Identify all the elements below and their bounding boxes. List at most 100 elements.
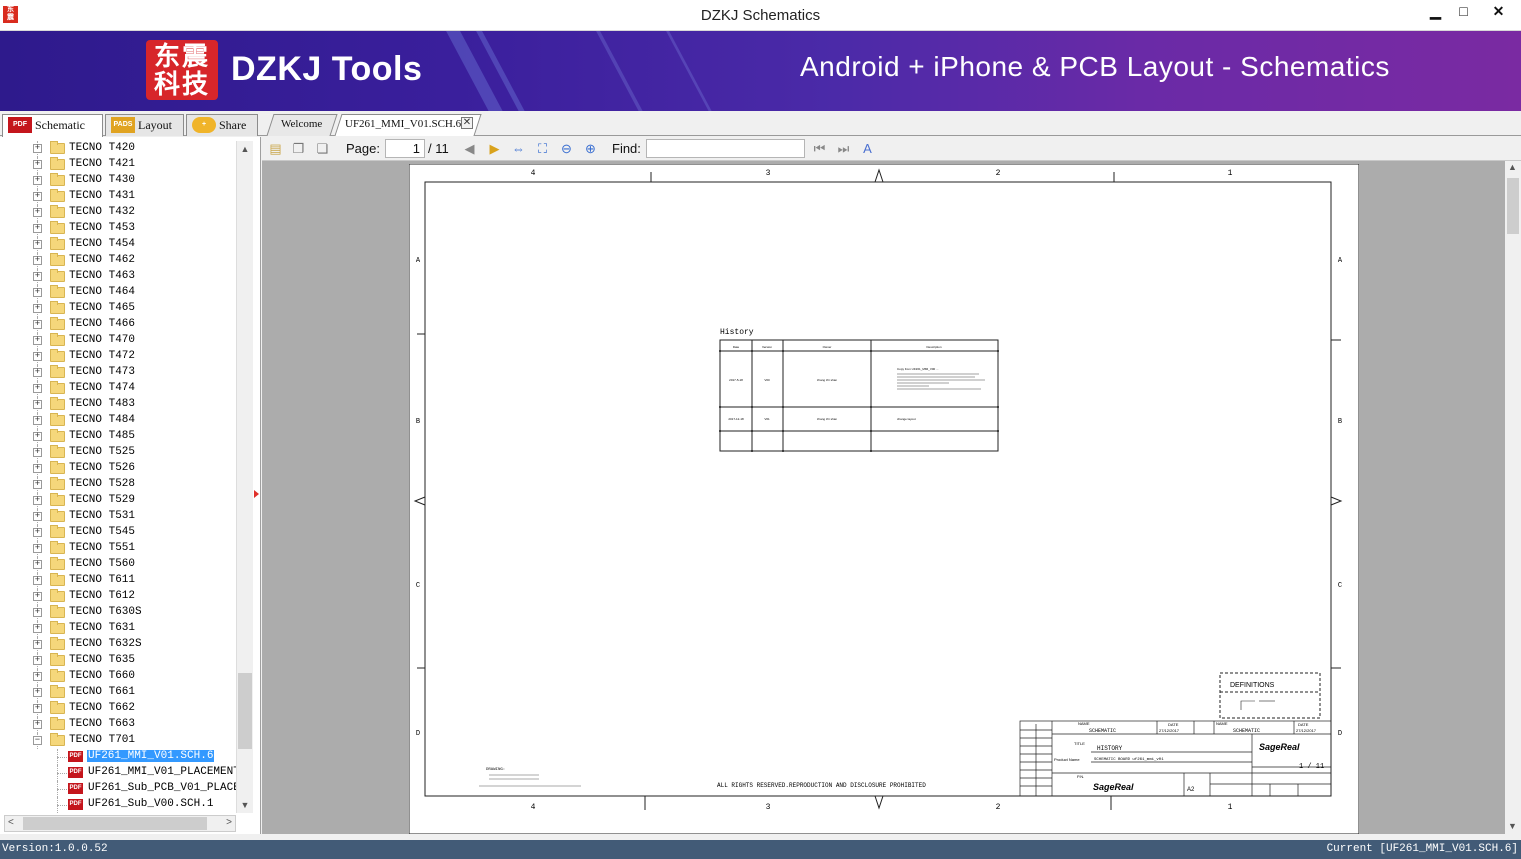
scroll-right-icon[interactable]: > <box>226 817 232 828</box>
scroll-up-icon[interactable]: ▲ <box>237 141 253 157</box>
tree-folder[interactable]: + TECNO T463 <box>0 269 236 285</box>
tree-vertical-scrollbar[interactable]: ▲ ▼ <box>236 141 253 813</box>
scroll-down-icon[interactable]: ▼ <box>237 797 253 813</box>
tree-folder[interactable]: + TECNO T420 <box>0 141 236 157</box>
expand-icon[interactable]: + <box>33 256 42 265</box>
tree-folder[interactable]: + TECNO T660 <box>0 669 236 685</box>
tree-folder[interactable]: + TECNO T551 <box>0 541 236 557</box>
expand-icon[interactable]: + <box>33 688 42 697</box>
expand-icon[interactable]: + <box>33 672 42 681</box>
viewer-vertical-scrollbar[interactable]: ▲ ▼ <box>1505 161 1521 834</box>
tree-horizontal-scrollbar[interactable]: < > <box>4 815 236 832</box>
collapse-icon[interactable]: − <box>33 736 42 745</box>
expand-icon[interactable]: + <box>33 176 42 185</box>
expand-icon[interactable]: + <box>33 320 42 329</box>
expand-icon[interactable]: + <box>33 496 42 505</box>
next-page-icon[interactable]: ▶ <box>486 140 503 157</box>
tree-folder[interactable]: + TECNO T485 <box>0 429 236 445</box>
tree-folder[interactable]: + TECNO T473 <box>0 365 236 381</box>
fit-width-icon[interactable]: ⇔ <box>510 140 527 157</box>
tree-folder[interactable]: − TECNO T701 <box>0 733 236 749</box>
scroll-up-icon[interactable]: ▲ <box>1508 162 1517 172</box>
copy-multiple-icon[interactable]: ❐ <box>290 140 307 157</box>
fit-page-icon[interactable]: ⛶ <box>534 140 551 157</box>
tree-folder[interactable]: + TECNO T662 <box>0 701 236 717</box>
tree-folder[interactable]: + TECNO T453 <box>0 221 236 237</box>
tab-document[interactable]: UF261_MMI_V01.SCH.6 <box>334 114 482 136</box>
expand-icon[interactable]: + <box>33 352 42 361</box>
expand-icon[interactable]: + <box>33 512 42 521</box>
tab-welcome[interactable]: Welcome <box>266 114 338 136</box>
viewer-scroll-thumb[interactable] <box>1507 178 1519 234</box>
tree-folder[interactable]: + TECNO T432 <box>0 205 236 221</box>
tree-folder[interactable]: + TECNO T526 <box>0 461 236 477</box>
expand-icon[interactable]: + <box>33 240 42 249</box>
scroll-thumb[interactable] <box>238 673 252 749</box>
scroll-left-icon[interactable]: < <box>8 817 14 828</box>
expand-icon[interactable]: + <box>33 416 42 425</box>
tree-folder[interactable]: + TECNO T472 <box>0 349 236 365</box>
expand-icon[interactable]: + <box>33 144 42 153</box>
expand-icon[interactable]: + <box>33 656 42 665</box>
expand-icon[interactable]: + <box>33 464 42 473</box>
expand-icon[interactable]: + <box>33 592 42 601</box>
hscroll-thumb[interactable] <box>23 817 207 830</box>
close-tab-icon[interactable]: ✕ <box>461 117 473 129</box>
expand-icon[interactable]: + <box>33 720 42 729</box>
previous-page-icon[interactable]: ◀ <box>461 140 478 157</box>
tree-folder[interactable]: + TECNO T454 <box>0 237 236 253</box>
scroll-down-icon[interactable]: ▼ <box>1508 821 1517 831</box>
page-number-input[interactable]: 1 <box>385 139 425 158</box>
tree-folder[interactable]: + TECNO T612 <box>0 589 236 605</box>
tree-folder[interactable]: + TECNO T545 <box>0 525 236 541</box>
tree-folder[interactable]: + TECNO T560 <box>0 557 236 573</box>
tree-folder[interactable]: + TECNO T430 <box>0 173 236 189</box>
tree-folder[interactable]: + TECNO T663 <box>0 717 236 733</box>
find-input[interactable] <box>646 139 805 158</box>
tree-file[interactable]: PDF UF261_Sub_PCB_V01_PLACEMENT <box>0 781 236 797</box>
tree-folder[interactable]: + TECNO T632S <box>0 637 236 653</box>
expand-icon[interactable]: + <box>33 224 42 233</box>
expand-icon[interactable]: + <box>33 336 42 345</box>
tree-file[interactable]: PDF UF261_Sub_V00.SCH.1 <box>0 797 236 813</box>
tree-folder[interactable]: + TECNO T466 <box>0 317 236 333</box>
expand-icon[interactable]: + <box>33 432 42 441</box>
expand-icon[interactable]: + <box>33 208 42 217</box>
highlight-text-icon[interactable]: A <box>859 140 876 157</box>
document-viewer[interactable]: 4 3 2 1 4 3 2 1 A B C D A B C D History <box>262 161 1505 834</box>
tree-folder[interactable]: + TECNO T465 <box>0 301 236 317</box>
expand-icon[interactable]: + <box>33 448 42 457</box>
copy-icon[interactable]: ▤ <box>267 140 284 157</box>
find-first-icon[interactable]: ⏮ <box>811 140 828 157</box>
expand-icon[interactable]: + <box>33 640 42 649</box>
expand-icon[interactable]: + <box>33 576 42 585</box>
expand-icon[interactable]: + <box>33 544 42 553</box>
tree-folder[interactable]: + TECNO T661 <box>0 685 236 701</box>
expand-icon[interactable]: + <box>33 288 42 297</box>
expand-icon[interactable]: + <box>33 304 42 313</box>
tree-folder[interactable]: + TECNO T421 <box>0 157 236 173</box>
tree-folder[interactable]: + TECNO T630S <box>0 605 236 621</box>
tree-folder[interactable]: + TECNO T635 <box>0 653 236 669</box>
tab-layout[interactable]: PADS Layout <box>105 114 184 136</box>
tree-folder[interactable]: + TECNO T529 <box>0 493 236 509</box>
tree-folder[interactable]: + TECNO T462 <box>0 253 236 269</box>
expand-icon[interactable]: + <box>33 384 42 393</box>
expand-icon[interactable]: + <box>33 528 42 537</box>
expand-icon[interactable]: + <box>33 272 42 281</box>
zoom-in-icon[interactable]: ⊕ <box>582 140 599 157</box>
expand-icon[interactable]: + <box>33 560 42 569</box>
close-button[interactable]: ✕ <box>1481 1 1516 23</box>
expand-icon[interactable]: + <box>33 608 42 617</box>
expand-icon[interactable]: + <box>33 704 42 713</box>
paste-icon[interactable]: ❏ <box>314 140 331 157</box>
find-next-icon[interactable]: ⏭ <box>835 140 852 157</box>
expand-icon[interactable]: + <box>33 480 42 489</box>
collapse-panel-icon[interactable] <box>254 490 259 498</box>
expand-icon[interactable]: + <box>33 160 42 169</box>
tree-folder[interactable]: + TECNO T528 <box>0 477 236 493</box>
tree-folder[interactable]: + TECNO T470 <box>0 333 236 349</box>
tree-file[interactable]: PDF UF261_MMI_V01.SCH.6 <box>0 749 236 765</box>
tree-folder[interactable]: + TECNO T464 <box>0 285 236 301</box>
expand-icon[interactable]: + <box>33 368 42 377</box>
